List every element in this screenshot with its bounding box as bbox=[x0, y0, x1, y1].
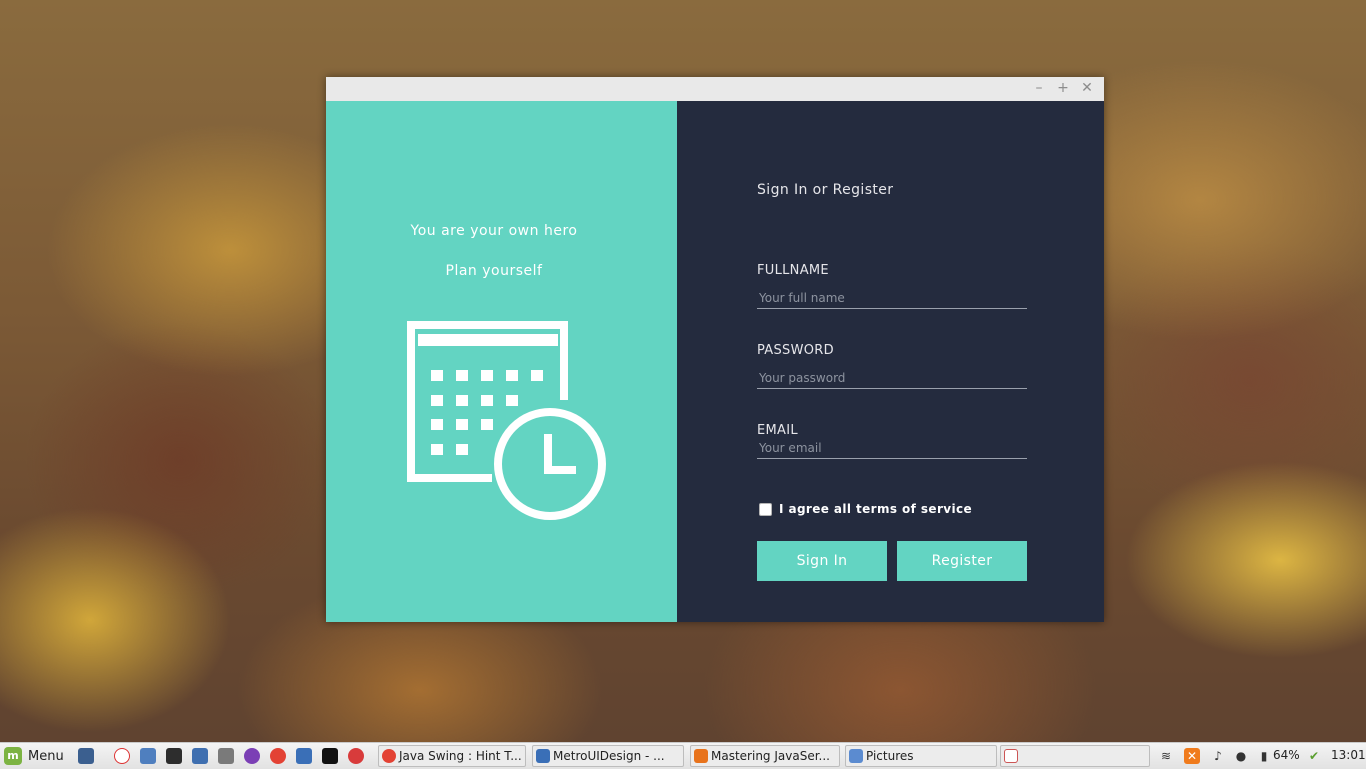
menu-label: Menu bbox=[28, 749, 64, 764]
folder-icon bbox=[849, 749, 863, 763]
task-pictures[interactable]: Pictures bbox=[845, 745, 997, 767]
form-panel: Sign In or Register FULLNAME PASSWORD EM… bbox=[677, 101, 1104, 622]
battery-percent: 64% bbox=[1273, 748, 1300, 762]
opera-launcher-icon[interactable] bbox=[348, 748, 364, 764]
user-icon[interactable]: ● bbox=[1233, 748, 1249, 764]
java-icon bbox=[1004, 749, 1018, 763]
fullname-field[interactable] bbox=[757, 287, 1027, 309]
mint-logo-icon: m bbox=[4, 747, 22, 765]
show-desktop-icon[interactable] bbox=[78, 748, 94, 764]
home-folder-icon[interactable] bbox=[140, 748, 156, 764]
task-label: Mastering JavaSer... bbox=[711, 749, 830, 763]
screenshot-icon[interactable] bbox=[218, 748, 234, 764]
task-label: MetroUIDesign - ... bbox=[553, 749, 665, 763]
terms-label[interactable]: I agree all terms of service bbox=[779, 502, 972, 516]
battery-icon[interactable]: ▮ bbox=[1256, 748, 1272, 764]
task-java[interactable] bbox=[1000, 745, 1150, 767]
clock[interactable]: 13:01 bbox=[1331, 748, 1366, 762]
maximize-button[interactable]: + bbox=[1055, 80, 1071, 96]
task-chrome[interactable]: Java Swing : Hint T... bbox=[378, 745, 526, 767]
title-bar[interactable]: – + ✕ bbox=[326, 77, 1104, 102]
task-gitbook[interactable]: Mastering JavaSer... bbox=[690, 745, 840, 767]
help-icon[interactable] bbox=[114, 748, 130, 764]
terminal-icon[interactable] bbox=[166, 748, 182, 764]
wifi-icon[interactable]: ≋ bbox=[1158, 748, 1174, 764]
app-launcher-icon[interactable] bbox=[244, 748, 260, 764]
task-netbeans[interactable]: MetroUIDesign - ... bbox=[532, 745, 684, 767]
minimize-button[interactable]: – bbox=[1031, 80, 1047, 96]
terms-checkbox[interactable] bbox=[759, 503, 772, 516]
email-field[interactable] bbox=[757, 437, 1027, 459]
netbeans-launcher-icon[interactable] bbox=[296, 748, 312, 764]
tagline-hero: You are your own hero bbox=[410, 223, 578, 239]
chrome-icon bbox=[382, 749, 396, 763]
register-button[interactable]: Register bbox=[897, 541, 1027, 581]
netbeans-icon bbox=[536, 749, 550, 763]
task-label: Java Swing : Hint T... bbox=[399, 749, 522, 763]
password-label: PASSWORD bbox=[757, 343, 834, 358]
fullname-label: FULLNAME bbox=[757, 263, 829, 278]
volume-icon[interactable]: ♪ bbox=[1210, 748, 1226, 764]
app-window: – + ✕ You are your own hero Plan yoursel… bbox=[326, 77, 1104, 622]
chrome-launcher-icon[interactable] bbox=[270, 748, 286, 764]
hero-panel: You are your own hero Plan yourself bbox=[326, 101, 677, 622]
email-label: EMAIL bbox=[757, 423, 798, 438]
close-button[interactable]: ✕ bbox=[1079, 80, 1095, 96]
task-label: Pictures bbox=[866, 749, 914, 763]
tagline-plan: Plan yourself bbox=[445, 263, 543, 279]
text-editor-icon[interactable] bbox=[192, 748, 208, 764]
form-title: Sign In or Register bbox=[757, 182, 894, 198]
sign-in-button[interactable]: Sign In bbox=[757, 541, 887, 581]
intellij-launcher-icon[interactable] bbox=[322, 748, 338, 764]
xampp-icon[interactable]: ✕ bbox=[1184, 748, 1200, 764]
calendar-clock-icon bbox=[407, 321, 606, 520]
taskbar: m Menu Java Swing : Hint T... MetroUIDes… bbox=[0, 742, 1366, 769]
password-field[interactable] bbox=[757, 367, 1027, 389]
update-shield-icon[interactable]: ✔ bbox=[1306, 748, 1322, 764]
gitbook-icon bbox=[694, 749, 708, 763]
